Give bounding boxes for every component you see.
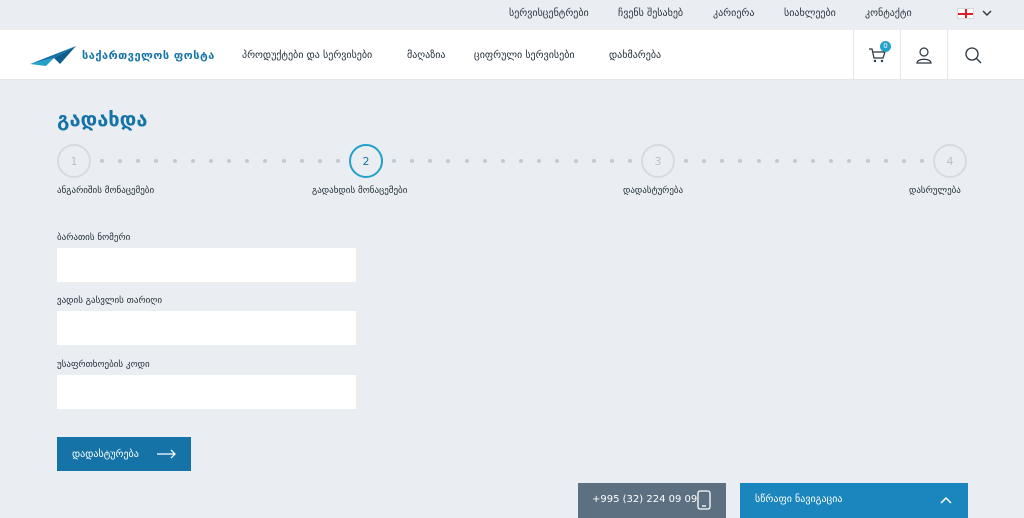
hotline-phone-number: +995 (32) 224 09 09 xyxy=(592,494,698,505)
step-2-circle: 2 xyxy=(349,144,383,178)
stepper-connector-dot xyxy=(865,159,870,163)
step-1-circle: 1 xyxy=(57,144,91,178)
georgian-flag-icon[interactable] xyxy=(957,8,974,19)
stepper-connector-dot xyxy=(482,159,487,163)
stepper-connector-dot xyxy=(811,159,816,163)
quick-navigation-label: სწრაფი ნავიგაცია xyxy=(755,494,843,505)
security-code-label: უსაფრთხოების კოდი xyxy=(57,360,150,370)
stepper-connector-dot xyxy=(263,159,268,163)
expiry-date-label: ვადის გასვლის თარიღი xyxy=(57,296,163,306)
stepper-connector-dot xyxy=(901,159,906,163)
stepper-connector-dot xyxy=(738,159,743,163)
stepper-connector-dot xyxy=(792,159,797,163)
stepper-connector-dot xyxy=(774,159,779,163)
logo[interactable]: საქართველოს ფოსტა xyxy=(30,44,214,68)
chevron-up-icon xyxy=(940,496,952,504)
top-utility-bar: სერვისცენტრები ჩვენს შესახებ კარიერა სია… xyxy=(0,0,1024,30)
nav-shop[interactable]: მაღაზია xyxy=(407,50,446,61)
nav-digital-services[interactable]: ციფრული სერვისები xyxy=(474,50,575,61)
stepper-connector-dot xyxy=(190,159,195,163)
stepper-connector-dot xyxy=(609,159,614,163)
stepper-connector-dot xyxy=(500,159,505,163)
stepper-connector-dot xyxy=(720,159,725,163)
stepper-connector-dot xyxy=(410,159,415,163)
stepper-connector-dot xyxy=(336,159,340,163)
stepper-connector-dot xyxy=(537,159,542,163)
stepper-connector-dot xyxy=(829,159,834,163)
step-4-label: დასრულება xyxy=(909,186,961,196)
topbar-link-service-centers[interactable]: სერვისცენტრები xyxy=(509,8,589,19)
quick-navigation-toggle[interactable]: სწრაფი ნავიგაცია xyxy=(740,483,968,518)
stepper-connector-dot xyxy=(519,159,524,163)
search-icon xyxy=(964,47,981,64)
stepper-connector-dot xyxy=(317,159,322,163)
user-account-button[interactable] xyxy=(900,30,947,80)
stepper-connector-dot xyxy=(702,159,707,163)
logo-envelope-icon xyxy=(30,46,76,66)
stepper-connector-dot xyxy=(172,159,177,163)
language-chevron-down-icon[interactable] xyxy=(981,7,993,19)
cart-button[interactable]: 0 xyxy=(853,30,900,80)
nav-help[interactable]: დახმარება xyxy=(609,50,661,61)
topbar-link-about-us[interactable]: ჩვენს შესახებ xyxy=(618,8,683,19)
step-1-label: ანგარიშის მონაცემები xyxy=(57,186,155,196)
stepper-connector-dot xyxy=(847,159,852,163)
stepper-connector-dot xyxy=(428,159,433,163)
stepper-connector-dot xyxy=(756,159,761,163)
security-code-input[interactable] xyxy=(57,375,356,409)
search-button[interactable] xyxy=(947,30,997,80)
stepper-connector-dot xyxy=(628,159,632,163)
stepper-connector-dot xyxy=(591,159,596,163)
topbar-link-news[interactable]: სიახლეები xyxy=(784,8,836,19)
checkout-stepper: 1 2 3 4 ანგარიშის მონაცემები გადახდის მო… xyxy=(0,140,1024,210)
step-2-label: გადახდის მონაცემები xyxy=(312,186,408,196)
topbar-link-career[interactable]: კარიერა xyxy=(713,8,754,19)
mobile-phone-icon xyxy=(697,490,711,510)
stepper-connector-dot xyxy=(208,159,213,163)
confirm-button[interactable]: დადასტურება xyxy=(57,437,191,471)
step-3-label: დადასტურება xyxy=(623,186,684,196)
page-title: გადახდა xyxy=(57,107,148,131)
stepper-connector-dot xyxy=(299,159,304,163)
confirm-button-label: დადასტურება xyxy=(72,448,139,460)
nav-products-services[interactable]: პროდუქტები და სერვისები xyxy=(242,50,372,61)
topbar-link-contact[interactable]: კონტაქტი xyxy=(865,8,912,19)
stepper-connector-dot xyxy=(883,159,888,163)
logo-text: საქართველოს ფოსტა xyxy=(82,49,215,62)
stepper-connector-dot xyxy=(555,159,560,163)
stepper-connector-dot xyxy=(100,159,104,163)
step-3-circle: 3 xyxy=(641,144,675,178)
stepper-connector-dot xyxy=(136,159,141,163)
stepper-connector-dot xyxy=(281,159,286,163)
stepper-connector-dot xyxy=(684,159,688,163)
stepper-connector-dot xyxy=(464,159,469,163)
stepper-connector-dot xyxy=(920,159,924,163)
stepper-connector-dot xyxy=(392,159,396,163)
stepper-connector-dot xyxy=(446,159,451,163)
card-number-input[interactable] xyxy=(57,248,356,282)
stepper-connector-dot xyxy=(118,159,123,163)
stepper-connector-dot xyxy=(227,159,232,163)
cart-count-badge: 0 xyxy=(880,41,891,52)
stepper-connector-dot xyxy=(573,159,578,163)
stepper-connector-dot xyxy=(154,159,159,163)
expiry-date-input[interactable] xyxy=(57,311,356,345)
user-icon xyxy=(916,47,932,64)
arrow-right-icon xyxy=(157,449,176,459)
main-header: საქართველოს ფოსტა პროდუქტები და სერვისებ… xyxy=(0,30,1024,80)
card-number-label: ბარათის ნომერი xyxy=(57,233,131,243)
step-4-circle: 4 xyxy=(933,144,967,178)
hotline-phone-box[interactable]: +995 (32) 224 09 09 xyxy=(578,483,726,518)
stepper-connector-dot xyxy=(245,159,250,163)
